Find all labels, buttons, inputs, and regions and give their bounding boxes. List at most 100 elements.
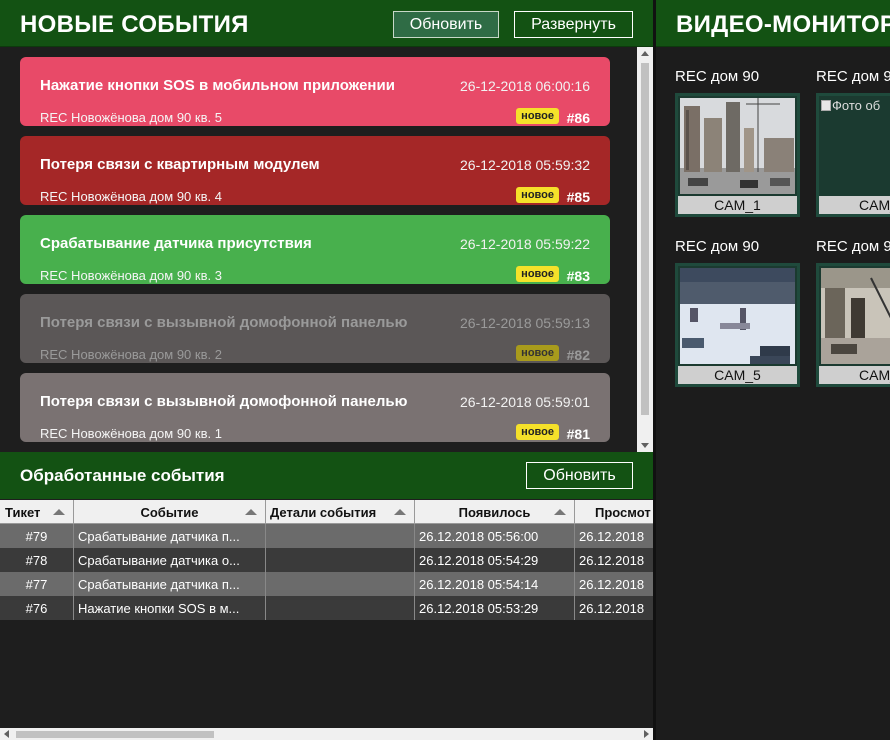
table-row[interactable]: #76 Нажатие кнопки SOS в м... 26.12.2018… (0, 596, 653, 620)
table-horizontal-scrollbar[interactable] (0, 728, 653, 740)
camera-feed-image (680, 268, 795, 364)
cell-event: Срабатывание датчика п... (74, 572, 266, 596)
cell-appeared: 26.12.2018 05:53:29 (415, 596, 575, 620)
new-badge: новое (516, 108, 559, 124)
cell-event: Срабатывание датчика о... (74, 548, 266, 572)
scroll-right-icon[interactable] (644, 730, 649, 738)
cell-viewed: 26.12.2018 (579, 600, 645, 616)
column-event[interactable]: Событие (74, 500, 266, 524)
sort-up-icon[interactable] (554, 509, 566, 515)
event-number: #83 (566, 268, 590, 284)
cell-viewed: 26.12.2018 (579, 552, 645, 568)
column-details[interactable]: Детали события (266, 500, 415, 524)
event-title: Нажатие кнопки SOS в мобильном приложени… (40, 77, 395, 94)
camera-feed-image (821, 268, 890, 364)
camera-label: REC дом 9 (816, 238, 890, 255)
camera-label: REC дом 90 (675, 238, 760, 255)
event-time: 26-12-2018 05:59:13 (460, 315, 590, 331)
event-address: REC Новожёнова дом 90 кв. 4 (40, 189, 222, 204)
scroll-left-icon[interactable] (4, 730, 9, 738)
cell-details (266, 596, 415, 620)
video-monitor-panel: ВИДЕО-МОНИТОР REC дом 90 CAM_1 REC дом 9 (656, 0, 890, 740)
processed-events-header: Обработанные события Обновить (0, 452, 653, 499)
new-events-list: Нажатие кнопки SOS в мобильном приложени… (0, 47, 653, 452)
camera-tile[interactable]: CAM_5 (675, 263, 800, 387)
broken-image-alt: Фото об (821, 98, 880, 113)
event-time: 26-12-2018 05:59:01 (460, 394, 590, 410)
cell-details (266, 572, 415, 596)
processed-events-title: Обработанные события (20, 466, 225, 485)
event-time: 26-12-2018 05:59:22 (460, 236, 590, 252)
scroll-down-icon[interactable] (641, 443, 649, 448)
event-address: REC Новожёнова дом 90 кв. 5 (40, 110, 222, 125)
column-ticket[interactable]: Тикет (0, 500, 74, 524)
event-time: 26-12-2018 05:59:32 (460, 157, 590, 173)
event-card[interactable]: Потеря связи с квартирным модулем 26-12-… (20, 136, 610, 205)
sort-up-icon[interactable] (53, 509, 65, 515)
camera-name: CAM_ (819, 196, 890, 214)
event-title: Срабатывание датчика присутствия (40, 235, 312, 252)
camera-tile[interactable]: Фото об CAM_ (816, 93, 890, 217)
event-address: REC Новожёнова дом 90 кв. 1 (40, 426, 222, 441)
cell-ticket: #77 (0, 572, 74, 596)
camera-feed-picture (680, 98, 795, 194)
new-badge: новое (516, 266, 559, 282)
column-label: Просмот (595, 504, 651, 520)
column-appeared[interactable]: Появилось (415, 500, 575, 524)
events-scrollbar[interactable] (637, 47, 653, 452)
column-viewed[interactable]: Просмот (575, 500, 653, 524)
image-alt-text: Фото об (832, 98, 881, 113)
event-card[interactable]: Потеря связи с вызывной домофонной панел… (20, 294, 610, 363)
new-events-header: НОВЫЕ СОБЫТИЯ Обновить Развернуть (0, 0, 653, 47)
video-monitor-title: ВИДЕО-МОНИТОР (676, 11, 890, 38)
camera-tile[interactable]: CAM_1 (675, 93, 800, 217)
event-address: REC Новожёнова дом 90 кв. 3 (40, 268, 222, 283)
sort-up-icon[interactable] (394, 509, 406, 515)
event-card[interactable]: Срабатывание датчика присутствия 26-12-2… (20, 215, 610, 284)
event-number: #82 (566, 347, 590, 363)
cell-details (266, 524, 415, 548)
sort-up-icon[interactable] (245, 509, 257, 515)
cell-event: Срабатывание датчика п... (74, 524, 266, 548)
new-badge: новое (516, 424, 559, 440)
expand-button[interactable]: Развернуть (514, 11, 633, 38)
table-row[interactable]: #78 Срабатывание датчика о... 26.12.2018… (0, 548, 653, 572)
table-row[interactable]: #79 Срабатывание датчика п... 26.12.2018… (0, 524, 653, 548)
camera-feed-picture (680, 268, 795, 364)
video-monitor-header: ВИДЕО-МОНИТОР (656, 0, 890, 47)
column-label: Событие (140, 504, 199, 520)
table-header: Тикет Событие Детали события Появилось П… (0, 500, 653, 524)
event-title: Потеря связи с вызывной домофонной панел… (40, 314, 408, 331)
scroll-thumb[interactable] (641, 63, 649, 415)
camera-feed-picture (821, 268, 890, 364)
camera-feed-image (680, 98, 795, 194)
new-events-title: НОВЫЕ СОБЫТИЯ (20, 11, 249, 38)
scroll-thumb[interactable] (16, 731, 214, 738)
camera-tile[interactable]: CAM_ (816, 263, 890, 387)
event-number: #81 (566, 426, 590, 442)
event-card[interactable]: Нажатие кнопки SOS в мобильном приложени… (20, 57, 610, 126)
event-address: REC Новожёнова дом 90 кв. 2 (40, 347, 222, 362)
camera-name: CAM_1 (678, 196, 797, 214)
table-row[interactable]: #77 Срабатывание датчика п... 26.12.2018… (0, 572, 653, 596)
camera-label: REC дом 9 (816, 68, 890, 85)
event-card[interactable]: Потеря связи с вызывной домофонной панел… (20, 373, 610, 442)
camera-label: REC дом 90 (675, 68, 760, 85)
scroll-up-icon[interactable] (641, 51, 649, 56)
camera-name: CAM_5 (678, 366, 797, 384)
event-title: Потеря связи с квартирным модулем (40, 156, 320, 173)
event-title: Потеря связи с вызывной домофонной панел… (40, 393, 408, 410)
cell-appeared: 26.12.2018 05:54:29 (415, 548, 575, 572)
event-number: #85 (566, 189, 590, 205)
cell-appeared: 26.12.2018 05:56:00 (415, 524, 575, 548)
event-number: #86 (566, 110, 590, 126)
camera-name: CAM_ (819, 366, 890, 384)
column-label: Появилось (458, 504, 531, 520)
cell-appeared: 26.12.2018 05:54:14 (415, 572, 575, 596)
refresh-button[interactable]: Обновить (393, 11, 499, 38)
new-badge: новое (516, 345, 559, 361)
new-badge: новое (516, 187, 559, 203)
processed-refresh-button[interactable]: Обновить (526, 462, 633, 489)
cell-ticket: #78 (0, 548, 74, 572)
cell-event: Нажатие кнопки SOS в м... (74, 596, 266, 620)
